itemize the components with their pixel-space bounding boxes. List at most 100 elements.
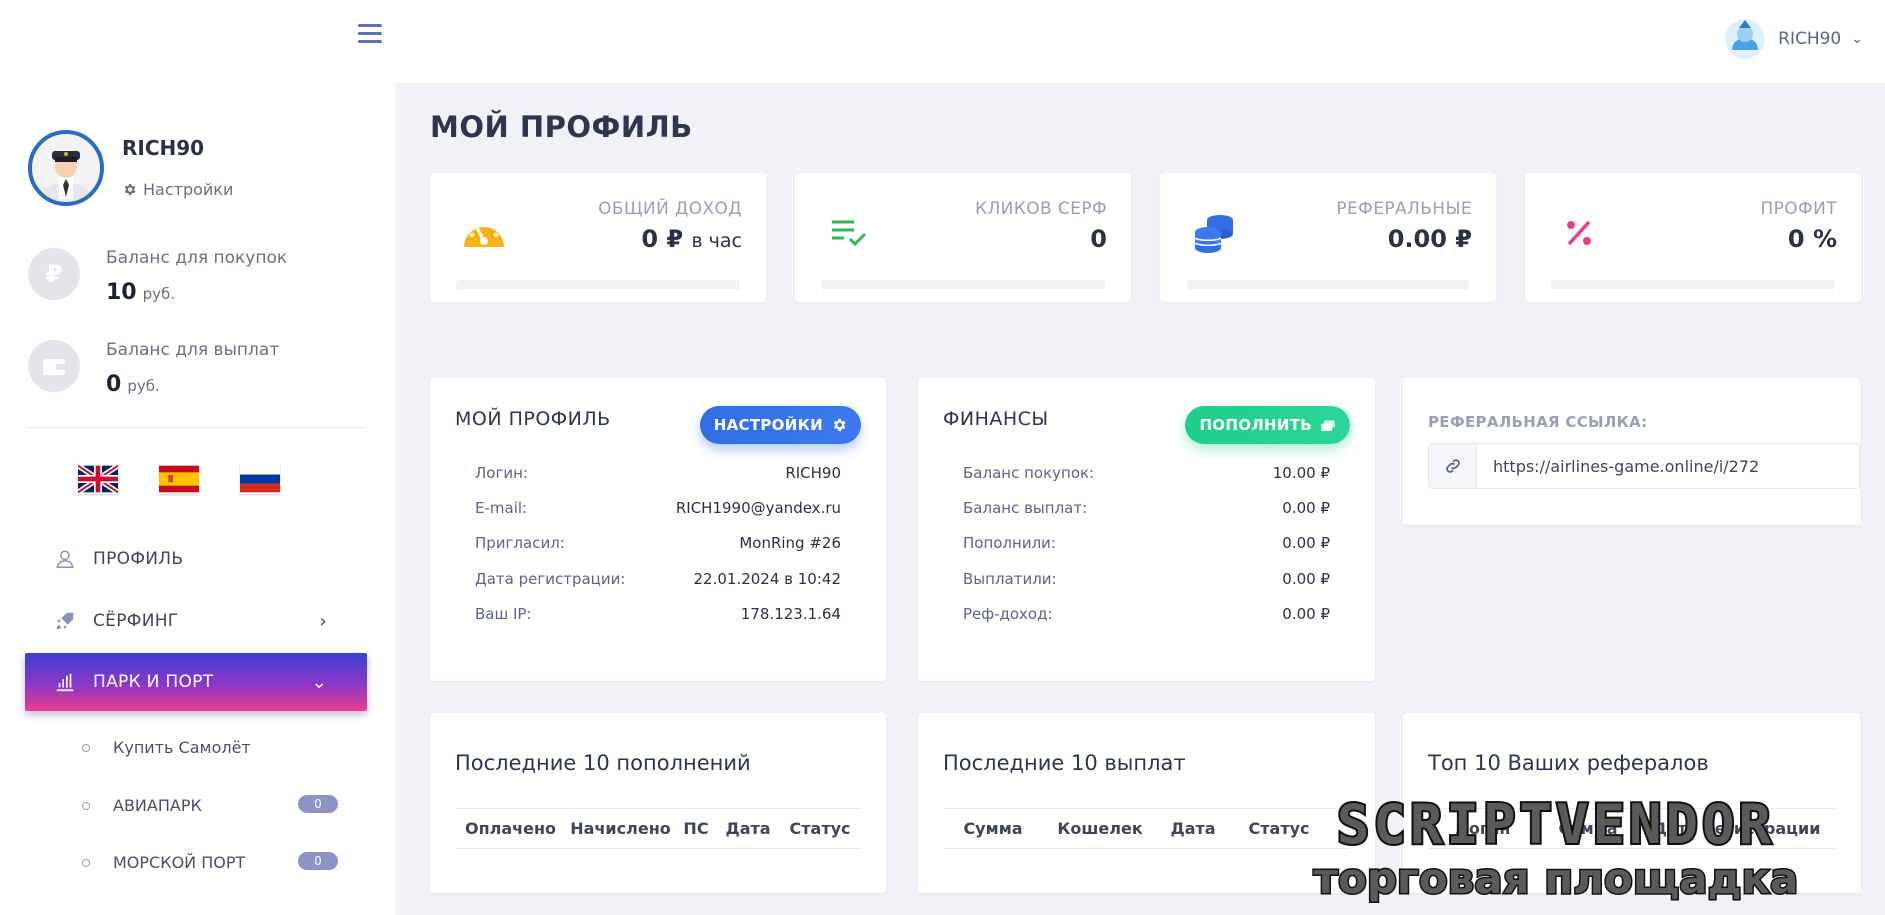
finance-row: Баланс выплат: 0.00 ₽	[963, 499, 1330, 517]
stat-value: 0	[1090, 225, 1107, 253]
info-key: Дата регистрации:	[475, 570, 626, 588]
column-header[interactable]: Начислено	[566, 819, 675, 838]
stat-value: 0.00 ₽	[1387, 225, 1472, 253]
bar-chart-icon	[53, 670, 77, 694]
settings-button[interactable]: НАСТРОЙКИ	[699, 406, 861, 444]
bullet-icon	[82, 743, 90, 752]
russia-flag-icon[interactable]	[240, 464, 280, 494]
wallet-icon	[28, 340, 80, 392]
user-avatar-icon	[1725, 19, 1766, 59]
column-header[interactable]: Статус	[779, 819, 861, 838]
profile-card: МОЙ ПРОФИЛЬ НАСТРОЙКИ Логин: RICH90 E-mai…	[430, 378, 886, 681]
menu-toggle-icon[interactable]	[358, 24, 382, 46]
nav-label: ПАРК И ПОРТ	[93, 672, 214, 692]
stat-profit: ПРОФИТ 0 %	[1525, 173, 1861, 302]
button-label: НАСТРОЙКИ	[713, 416, 823, 434]
finance-value: 0.00 ₽	[1282, 605, 1330, 623]
info-value: 22.01.2024 в 10:42	[693, 570, 842, 588]
stat-value: 0 %	[1787, 225, 1837, 253]
nav-label: СЁРФИНГ	[93, 611, 179, 631]
uk-flag-icon[interactable]	[78, 464, 118, 494]
percent-icon	[1557, 211, 1601, 255]
finance-card: ФИНАНСЫ ПОПОЛНИТЬ Баланс покупок: 10.00 ₽…	[918, 378, 1375, 681]
finance-row: Выплатили: 0.00 ₽	[963, 570, 1330, 588]
stat-suffix: в час	[691, 230, 742, 252]
column-header[interactable]: Логин	[1428, 819, 1538, 838]
referrals-card: Топ 10 Ваших рефералов Логин Сумма Дата …	[1403, 713, 1860, 893]
chevron-down-icon: ⌄	[311, 671, 327, 693]
button-label: ПОПОЛНИТЬ	[1199, 416, 1312, 434]
column-header[interactable]: Дата	[1157, 819, 1229, 838]
payouts-card: Последние 10 выплат Сумма Кошелек Дата С…	[918, 713, 1375, 893]
balance-value: 0	[106, 372, 122, 397]
column-header[interactable]: Оплачено	[455, 819, 566, 838]
user-menu[interactable]: RICH90 ⌄	[1722, 16, 1863, 62]
stat-referral: РЕФЕРАЛЬНЫЕ 0.00 ₽	[1160, 173, 1496, 302]
column-header[interactable]: ПС	[675, 819, 717, 838]
info-value: RICH1990@yandex.ru	[675, 499, 841, 517]
card-title: ФИНАНСЫ	[943, 408, 1049, 430]
balance-unit: руб.	[127, 377, 160, 395]
finance-key: Реф-доход:	[963, 605, 1053, 623]
column-header[interactable]: Кошелек	[1043, 819, 1157, 838]
table-header: Логин Сумма Дата регистрации	[1428, 808, 1835, 849]
stat-label: ОБЩИЙ ДОХОД	[598, 199, 742, 219]
sub-aviapark[interactable]: АВИАПАРК	[82, 796, 202, 815]
sidebar: RICH90 Настройки ₽ Баланс для покупок 10…	[0, 0, 395, 915]
balance-label: Баланс для покупок	[106, 248, 288, 268]
finance-key: Пополнили:	[963, 534, 1056, 552]
avatar[interactable]	[28, 130, 104, 206]
column-header[interactable]: Дата	[717, 819, 779, 838]
user-name: RICH90	[122, 136, 205, 160]
finance-value: 0.00 ₽	[1282, 499, 1330, 517]
ruble-icon: ₽	[28, 248, 80, 300]
info-row: Логин: RICH90	[475, 464, 841, 482]
info-row: Пригласил: MonRing #26	[475, 534, 841, 552]
bullet-icon	[82, 801, 90, 810]
sub-seaport[interactable]: МОРСКОЙ ПОРТ	[82, 853, 245, 872]
spain-flag-icon[interactable]	[159, 464, 199, 494]
sub-buy-plane[interactable]: Купить Самолёт	[82, 738, 251, 757]
sub-label: Купить Самолёт	[113, 738, 251, 757]
finance-value: 0.00 ₽	[1282, 570, 1330, 588]
sub-label: АВИАПАРК	[113, 796, 202, 815]
count-badge: 0	[298, 795, 338, 813]
referral-link-card: РЕФЕРАЛЬНАЯ ССЫЛКА: https://airlines-gam…	[1403, 378, 1860, 525]
chevron-right-icon: ›	[319, 610, 327, 632]
referral-link-field[interactable]: https://airlines-game.online/i/272	[1428, 443, 1860, 489]
column-header[interactable]: Статус	[1229, 819, 1329, 838]
gauge-icon	[462, 211, 506, 255]
gear-icon	[124, 183, 136, 196]
info-key: Ваш IP:	[475, 605, 532, 623]
referral-link-value[interactable]: https://airlines-game.online/i/272	[1477, 444, 1759, 488]
table-title: Последние 10 пополнений	[455, 751, 751, 775]
nav-surfing[interactable]: СЁРФИНГ ›	[25, 592, 367, 650]
finance-value: 10.00 ₽	[1272, 464, 1330, 482]
nav-park-port[interactable]: ПАРК И ПОРТ ⌄	[25, 653, 367, 711]
info-key: Пригласил:	[475, 534, 565, 552]
table-title: Последние 10 выплат	[943, 751, 1186, 775]
sidebar-user: RICH90 Настройки	[28, 130, 233, 206]
stat-clicks: КЛИКОВ СЕРФ 0	[795, 173, 1131, 302]
balance-label: Баланс для выплат	[106, 340, 280, 360]
nav-profile[interactable]: ПРОФИЛЬ	[25, 530, 367, 588]
finance-value: 0.00 ₽	[1282, 534, 1330, 552]
finance-key: Выплатили:	[963, 570, 1057, 588]
referral-link-label: РЕФЕРАЛЬНАЯ ССЫЛКА:	[1428, 413, 1648, 431]
column-header[interactable]: Дата регистрации	[1638, 819, 1835, 838]
column-header[interactable]: Сумма	[1538, 819, 1638, 838]
topup-button[interactable]: ПОПОЛНИТЬ	[1185, 406, 1350, 444]
topbar: RICH90 ⌄	[395, 0, 1885, 83]
topbar-username: RICH90	[1778, 29, 1842, 49]
stat-label: ПРОФИТ	[1760, 199, 1837, 219]
gear-icon	[833, 419, 846, 431]
info-row: Дата регистрации: 22.01.2024 в 10:42	[475, 570, 841, 588]
bullet-icon	[82, 858, 90, 867]
user-settings-link[interactable]: Настройки	[122, 180, 233, 199]
info-value: RICH90	[785, 464, 841, 482]
page-title: МОЙ ПРОФИЛЬ	[430, 110, 693, 144]
finance-row: Реф-доход: 0.00 ₽	[963, 605, 1330, 623]
link-icon	[1429, 444, 1477, 488]
money-icon	[1321, 420, 1335, 431]
column-header[interactable]: Сумма	[943, 819, 1043, 838]
